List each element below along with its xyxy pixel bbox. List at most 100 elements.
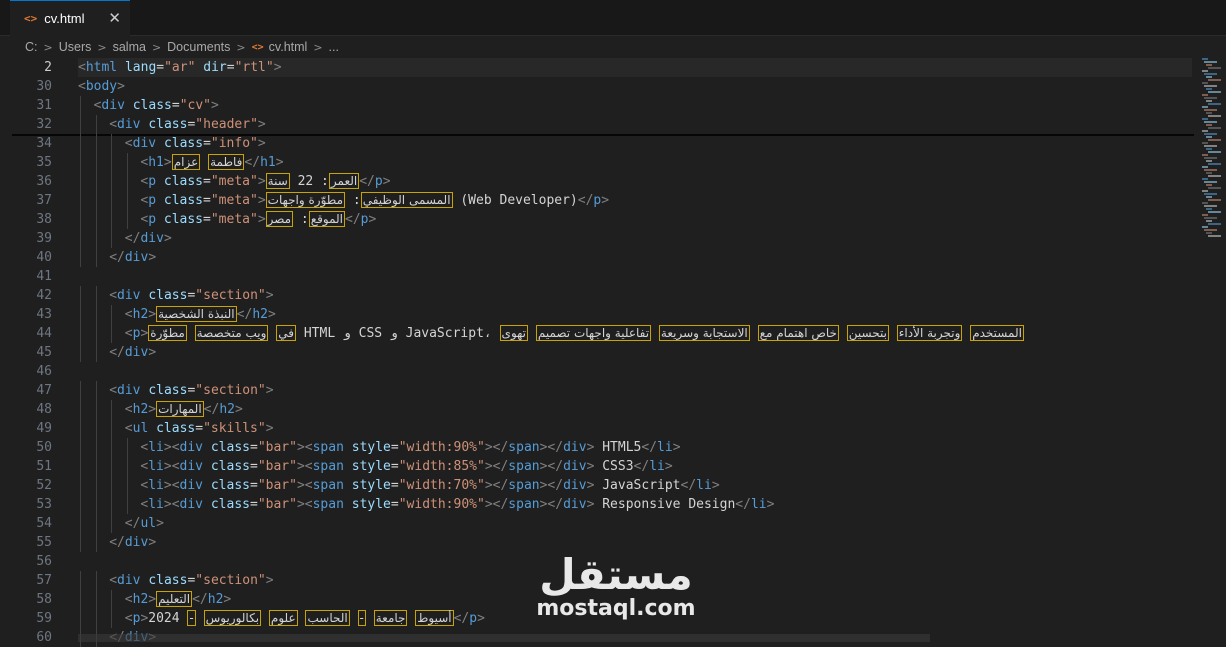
code-token: < (124, 402, 133, 417)
minimap-line (1202, 226, 1208, 228)
minimap-line (1204, 193, 1217, 195)
code-text: <body> (78, 77, 125, 96)
indent-guide (80, 438, 81, 457)
code-token: < (124, 592, 133, 607)
code-line[interactable]: 43 <h2> النبذة الشخصية </h2> (0, 305, 1200, 324)
minimap-line (1206, 148, 1212, 150)
code-line[interactable]: 39 </div> (0, 229, 1200, 248)
close-icon[interactable]: ✕ (108, 9, 121, 27)
indent-guide (111, 438, 113, 457)
tab-cv-html[interactable]: <> cv.html ✕ (10, 0, 130, 36)
code-line[interactable]: 38 <p class="meta"> الموقع: مصر </p> (0, 210, 1200, 229)
code-line[interactable]: 42 <div class="section"> (0, 286, 1200, 305)
code-token: < (124, 611, 133, 626)
horizontal-scrollbar[interactable] (78, 634, 930, 642)
indent-guide (80, 400, 81, 419)
code-line[interactable]: 48 <h2> المهارات </h2> (0, 400, 1200, 419)
code-token: "skills" (203, 421, 266, 436)
line-number: 54 (36, 516, 52, 531)
code-token: "width:70%" (398, 478, 485, 493)
indent-guide (95, 305, 97, 324)
minimap-line (1208, 223, 1221, 225)
code-icon: <> (251, 41, 264, 53)
minimap-line (1204, 85, 1217, 87)
code-token: < (109, 117, 118, 132)
breadcrumb-users[interactable]: Users (59, 40, 92, 54)
breadcrumb-salma[interactable]: salma (113, 40, 146, 54)
line-number: 42 (36, 288, 52, 303)
code-line[interactable]: 30 <body> (0, 77, 1200, 96)
indent-guide (111, 400, 113, 419)
code-line[interactable]: 46 (0, 362, 1200, 381)
minimap-line (1204, 181, 1217, 183)
code-token: li (148, 478, 164, 493)
minimap-line (1204, 109, 1217, 111)
line-number: 37 (36, 193, 52, 208)
code-line[interactable]: 44 <p> في ويب متخصصة مطوّرة HTML و CSS و J… (0, 324, 1200, 343)
code-line[interactable]: 35 <h1> فاطمة عزام </h1> (0, 153, 1200, 172)
code-token: dir (203, 60, 227, 75)
indent-guide (95, 191, 97, 210)
breadcrumb-documents[interactable]: Documents (167, 40, 230, 54)
code-line[interactable]: 47 <div class="section"> (0, 381, 1200, 400)
code-token: class (163, 193, 204, 208)
code-token: > (664, 459, 673, 474)
code-line[interactable]: 54 </ul> (0, 514, 1200, 533)
code-token: p (360, 212, 369, 227)
breadcrumb-file[interactable]: cv.html (269, 40, 308, 54)
code-line[interactable]: 49 <ul class="skills"> (0, 419, 1200, 438)
minimap-line (1204, 61, 1217, 63)
code-line[interactable]: 41 (0, 267, 1200, 286)
indent-guide (126, 172, 128, 191)
code-token: ></ (539, 478, 564, 493)
code-token: "bar" (257, 459, 297, 474)
line-number: 60 (36, 630, 52, 645)
line-number: 40 (36, 250, 52, 265)
code-token: class (163, 212, 204, 227)
code-line[interactable]: 37 <p class="meta"> المسمى الوظيفي: مطوّرة… (0, 191, 1200, 210)
code-token: > (257, 174, 266, 189)
code-token: < (109, 288, 118, 303)
code-token: class (148, 573, 188, 588)
code-line[interactable]: 40 </div> (0, 248, 1200, 267)
code-token: HTML و CSS و JavaScript، (296, 326, 500, 341)
code-token: > (223, 592, 232, 607)
code-token: </ (345, 212, 361, 227)
code-line[interactable]: 2 <html lang="ar" dir="rtl"> (0, 58, 1200, 77)
code-text: <p class="meta"> الموقع: مصر </p> (140, 210, 376, 229)
chevron-right-icon: > (43, 40, 53, 54)
line-number: 50 (36, 440, 52, 455)
indent-guide (111, 229, 113, 248)
code-token: </ (124, 231, 141, 246)
code-token: ></ (539, 459, 564, 474)
code-line[interactable]: 50 <li><div class="bar"><span style="widt… (0, 438, 1200, 457)
arabic-text-token: المهارات (156, 401, 204, 417)
minimap[interactable] (1200, 58, 1226, 238)
indent-guide (111, 172, 113, 191)
code-token: h2 (132, 592, 149, 607)
code-line[interactable]: 52 <li><div class="bar"><span style="widt… (0, 476, 1200, 495)
arabic-text-token: علوم (268, 610, 298, 626)
code-token: : 22 (289, 174, 329, 189)
code-line[interactable]: 36 <p class="meta"> العمر: 22 سنة </p> (0, 172, 1200, 191)
watermark-arabic: مستقل (539, 550, 694, 599)
code-token: = (203, 174, 211, 189)
code-line[interactable]: 53 <li><div class="bar"><span style="widt… (0, 495, 1200, 514)
code-token: li (657, 440, 673, 455)
indent-guide (95, 533, 97, 552)
breadcrumb-more[interactable]: ... (329, 40, 339, 54)
code-line[interactable]: 34 <div class="info"> (0, 134, 1200, 153)
code-line[interactable]: 45 </div> (0, 343, 1200, 362)
arabic-text-token: سنة (265, 173, 290, 189)
code-line[interactable]: 51 <li><div class="bar"><span style="widt… (0, 457, 1200, 476)
code-line[interactable]: 31 <div class="cv"> (0, 96, 1200, 115)
indent-guide (80, 609, 81, 628)
minimap-line (1206, 220, 1212, 222)
code-line[interactable]: 32 <div class="header"> (0, 115, 1200, 134)
code-token: div (179, 478, 204, 493)
breadcrumb-drive[interactable]: C: (25, 40, 38, 54)
indent-guide (111, 609, 113, 628)
code-token: "bar" (257, 440, 297, 455)
